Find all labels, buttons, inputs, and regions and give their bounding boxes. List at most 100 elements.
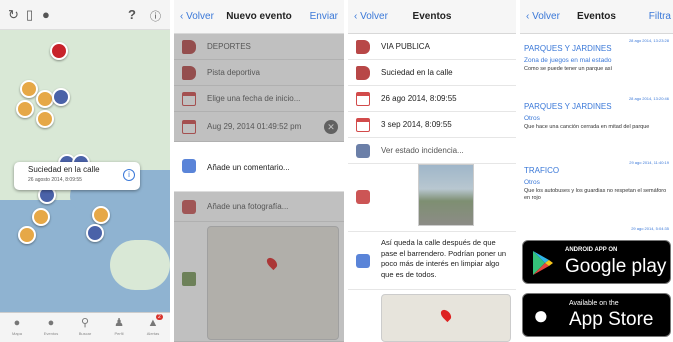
map-top-bar: ↻ ▯ ● ? ⓘ bbox=[0, 0, 170, 30]
calendar-icon bbox=[182, 92, 196, 106]
apple-badge-small: Available on the bbox=[569, 300, 619, 307]
category-row[interactable]: DEPORTES bbox=[174, 34, 344, 60]
info-icon[interactable]: ⓘ bbox=[150, 8, 161, 24]
photo-row[interactable]: Añade una fotografía... bbox=[174, 192, 344, 222]
map-view[interactable]: Suciedad en la calle 26 agosto 2014, 8:0… bbox=[0, 30, 170, 312]
apple-badge-big: App Store bbox=[569, 309, 654, 330]
event-category: PARQUES Y JARDINES bbox=[524, 44, 612, 53]
map-pin[interactable] bbox=[18, 226, 36, 244]
comment-row[interactable]: Añade un comentario... bbox=[174, 142, 344, 192]
tab-alertas[interactable]: ▲ Alertas 2 bbox=[136, 314, 170, 336]
tab-label: Alertas bbox=[146, 331, 160, 336]
location-pin bbox=[264, 255, 280, 271]
map-pin[interactable] bbox=[20, 80, 38, 98]
comment-icon bbox=[356, 254, 370, 268]
start-date-row[interactable]: Elige una fecha de inicio... bbox=[174, 86, 344, 112]
app-store-badge[interactable]: ● Available on the App Store bbox=[522, 293, 671, 337]
new-event-screen: ‹ Volver Nuevo evento Enviar DEPORTES Pi… bbox=[174, 0, 344, 342]
event-photo[interactable] bbox=[418, 164, 474, 226]
map-icon bbox=[182, 272, 196, 286]
google-play-badge[interactable]: ANDROID APP ON Google play bbox=[522, 240, 671, 284]
category-value: VIA PUBLICA bbox=[381, 42, 430, 51]
list-item[interactable]: 28 ago 2014, 13:23:28 PARQUES Y JARDINES… bbox=[524, 38, 669, 94]
map-pin[interactable] bbox=[92, 206, 110, 224]
location-map[interactable] bbox=[381, 294, 511, 342]
map-pin[interactable] bbox=[86, 224, 104, 242]
start-date-value: 26 ago 2014, 8:09:55 bbox=[381, 94, 457, 103]
map-pin[interactable] bbox=[16, 100, 34, 118]
tag-icon bbox=[356, 40, 370, 54]
map-row[interactable] bbox=[174, 222, 344, 342]
tab-buscar[interactable]: ⚲ Buscar bbox=[68, 315, 102, 336]
event-subcategory: Otros bbox=[524, 115, 540, 122]
chat-icon: ● bbox=[47, 317, 55, 329]
google-play-icon bbox=[533, 251, 553, 275]
tab-label: Perfil bbox=[114, 331, 124, 336]
comment-placeholder: Añade un comentario... bbox=[207, 163, 290, 172]
help-icon[interactable]: ? bbox=[128, 7, 136, 22]
status-row[interactable]: Ver estado incidencia... bbox=[348, 138, 516, 164]
list-item[interactable]: 29 ago 2014, 5:04:35 bbox=[524, 226, 669, 236]
tag-icon bbox=[182, 66, 196, 80]
tab-eventos[interactable]: ● Eventos bbox=[34, 315, 68, 336]
chat-icon[interactable]: ● bbox=[42, 7, 50, 22]
map-pin[interactable] bbox=[50, 42, 68, 60]
tab-label: Eventos bbox=[43, 331, 59, 336]
tab-mapa[interactable]: ● Mapa bbox=[0, 315, 34, 336]
callout-date: 26 agosto 2014, 8:09:55 bbox=[28, 177, 82, 183]
document-icon bbox=[356, 144, 370, 158]
alert-icon: ▲ bbox=[147, 317, 159, 329]
event-category: TRAFICO bbox=[524, 166, 560, 175]
start-date-row: 26 ago 2014, 8:09:55 bbox=[348, 86, 516, 112]
event-date: 28 ago 2014, 13:23:28 bbox=[628, 38, 669, 43]
map-pin[interactable] bbox=[32, 208, 50, 226]
photo-placeholder: Añade una fotografía... bbox=[207, 202, 289, 211]
location-pin bbox=[438, 307, 454, 323]
event-date: 28 ago 2014, 13:20:46 bbox=[628, 96, 669, 101]
event-detail-navbar: ‹ Volver Eventos bbox=[348, 0, 516, 34]
map-callout[interactable]: Suciedad en la calle 26 agosto 2014, 8:0… bbox=[14, 162, 140, 190]
calendar-icon bbox=[356, 118, 370, 132]
camera-icon bbox=[356, 190, 370, 204]
tab-label: Buscar bbox=[78, 331, 92, 336]
user-icon: ♟ bbox=[114, 317, 124, 329]
list-item[interactable]: 28 ago 2014, 13:20:46 PARQUES Y JARDINES… bbox=[524, 96, 669, 154]
apple-icon: ● bbox=[533, 300, 549, 330]
event-subcategory: Otros bbox=[524, 179, 540, 186]
speech-icon: ● bbox=[13, 317, 21, 329]
end-date-row: 3 sep 2014, 8:09:55 bbox=[348, 112, 516, 138]
clear-icon[interactable]: ✕ bbox=[324, 120, 338, 134]
date-value: Aug 29, 2014 01:49:52 pm bbox=[207, 122, 302, 131]
subcategory-row: Suciedad en la calle bbox=[348, 60, 516, 86]
page-title: Eventos bbox=[412, 11, 452, 22]
event-description: Que hace una canción cerrada en mitad de… bbox=[524, 124, 650, 130]
map-pin[interactable] bbox=[52, 88, 70, 106]
tab-label: Mapa bbox=[11, 331, 22, 336]
subcategory-value: Pista deportiva bbox=[207, 68, 260, 77]
list-item[interactable]: 29 ago 2014, 11:40:19 TRAFICO Otros Que … bbox=[524, 160, 669, 220]
category-value: DEPORTES bbox=[207, 42, 251, 51]
location-map[interactable] bbox=[207, 226, 339, 340]
info-icon[interactable]: i bbox=[123, 169, 135, 181]
camera-icon bbox=[182, 200, 196, 214]
end-date-value: 3 sep 2014, 8:09:55 bbox=[381, 120, 452, 129]
calendar-icon bbox=[356, 92, 370, 106]
phone-icon[interactable]: ▯ bbox=[26, 7, 33, 23]
tag-icon bbox=[356, 66, 370, 80]
status-link[interactable]: Ver estado incidencia... bbox=[381, 146, 464, 155]
event-subcategory: Zona de juegos en mal estado bbox=[524, 57, 612, 64]
alert-badge: 2 bbox=[156, 314, 163, 320]
tag-icon bbox=[182, 40, 196, 54]
event-detail-screen: ‹ Volver Eventos VIA PUBLICA Suciedad en… bbox=[348, 0, 516, 342]
tab-perfil[interactable]: ♟ Perfil bbox=[102, 315, 136, 336]
subcategory-row[interactable]: Pista deportiva bbox=[174, 60, 344, 86]
google-badge-big: Google play bbox=[565, 256, 667, 277]
event-list-navbar: ‹ Volver Eventos Filtra bbox=[520, 0, 673, 34]
send-button[interactable]: Enviar bbox=[310, 11, 338, 22]
refresh-icon[interactable]: ↻ bbox=[8, 7, 19, 23]
map-pin[interactable] bbox=[36, 110, 54, 128]
date-row[interactable]: Aug 29, 2014 01:49:52 pm ✕ bbox=[174, 112, 344, 142]
filter-button[interactable]: Filtra bbox=[649, 11, 671, 22]
subcategory-value: Suciedad en la calle bbox=[381, 68, 453, 77]
callout-title: Suciedad en la calle bbox=[28, 165, 100, 174]
